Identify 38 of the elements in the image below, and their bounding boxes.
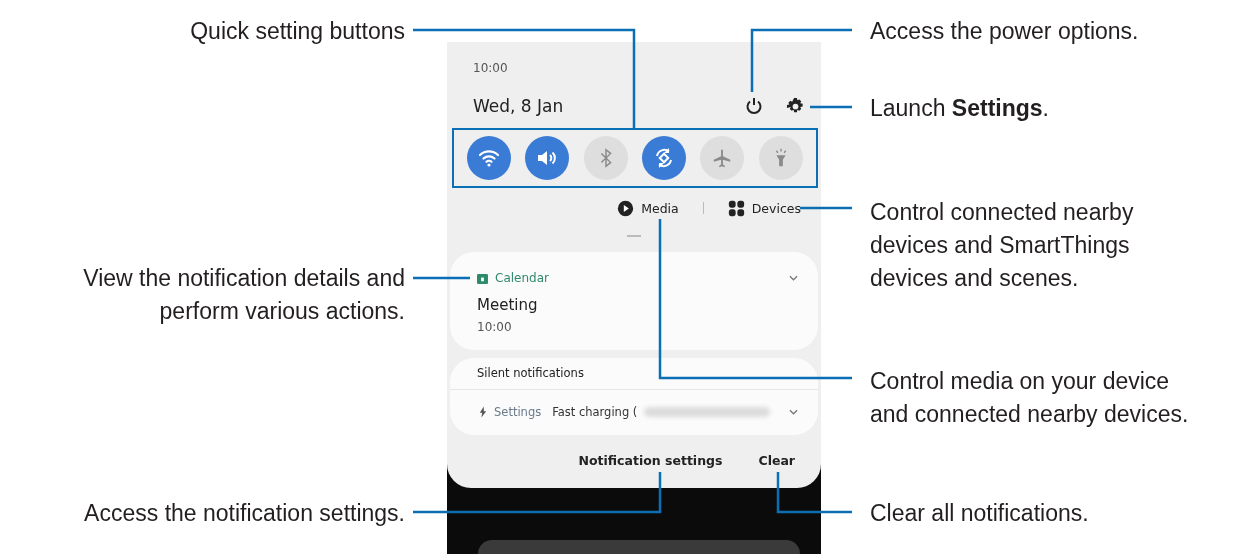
leader-line [413,276,470,280]
devices-button[interactable]: Devices [727,199,801,217]
sound-toggle[interactable] [525,136,570,180]
callout-text: Control media on your device and connected nearby devices. [870,367,1189,429]
callout-text: Quick setting buttons [190,17,405,46]
callout-text: Access the power options. [870,17,1139,46]
calendar-icon [477,272,488,284]
leader-line [810,105,852,109]
app-name: Settings [494,405,542,419]
grid-icon [727,199,745,217]
notification-time: 10:00 [477,320,513,334]
clock-text: 10:00 [472,60,509,77]
leader-line [800,206,852,210]
section-heading: Silent notifications [450,358,818,390]
rotate-toggle[interactable] [642,136,687,180]
callout-text: Control connected nearby devices and SmartThings devices and scenes. [870,198,1134,293]
wifi-toggle[interactable] [467,136,512,180]
clear-button[interactable]: Clear [758,452,795,468]
notification-settings-button[interactable]: Notification settings [578,452,723,468]
callout-text: Access the notification settings. [84,499,405,528]
callout-text: Clear all notifications. [870,499,1089,528]
drag-handle[interactable] [627,235,641,237]
date-text: Wed, 8 Jan [473,96,565,116]
airplane-toggle[interactable] [700,136,745,180]
app-name: Calendar [495,271,550,285]
power-icon[interactable] [744,96,764,116]
lightning-icon [479,406,487,418]
notification-text: Fast charging ( [552,405,638,419]
callout-text: View the notification details and perform various actions. [83,264,405,326]
callout-text: Launch Settings. [870,94,1049,123]
media-button[interactable]: Media [617,199,679,217]
bluetooth-toggle[interactable] [583,136,628,180]
notification-title: Meeting [477,296,539,314]
chevron-down-icon[interactable] [789,409,798,415]
notification-card[interactable]: Calendar Meeting 10:00 [450,252,818,350]
chevron-down-icon[interactable] [789,275,798,281]
play-icon [617,199,635,217]
flashlight-toggle[interactable] [758,136,803,180]
